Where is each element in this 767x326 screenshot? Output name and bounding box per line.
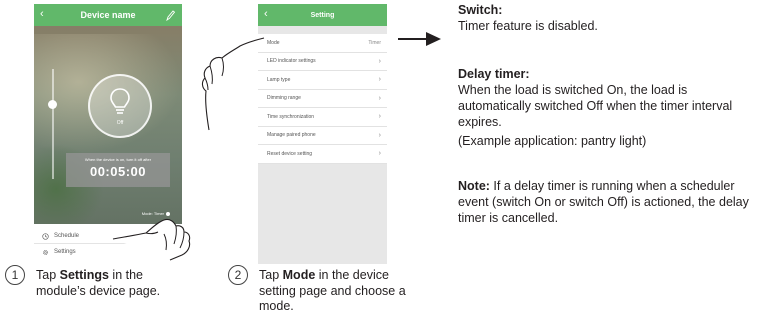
step-text-part: Tap: [259, 268, 283, 282]
gear-icon: [43, 249, 48, 255]
lightbulb-icon: [110, 88, 130, 114]
setting-row-mode[interactable]: Mode Timer: [258, 34, 387, 53]
chevron-right-icon: ›: [378, 94, 381, 102]
chevron-right-icon: ›: [378, 150, 381, 158]
step-text-part: Tap: [36, 268, 60, 282]
light-toggle-button[interactable]: Off: [88, 74, 152, 138]
back-icon[interactable]: ‹: [40, 9, 44, 20]
step-number-2: 2: [228, 265, 248, 285]
setting-label: Reset device setting: [267, 150, 313, 157]
step-2-text: Tap Mode in the device setting page and …: [259, 268, 419, 315]
delay-example: (Example application: pantry light): [458, 134, 647, 148]
bulb-state-label: Off: [116, 120, 124, 126]
arrow-right-icon: [398, 32, 441, 46]
dimmer-slider-track[interactable]: [52, 69, 54, 179]
setting-row-dimming-range[interactable]: Dimming range ›: [258, 90, 387, 108]
note-label: Note:: [458, 179, 490, 193]
step-highlight: Settings: [59, 268, 109, 282]
dimmer-slider-handle[interactable]: [48, 100, 57, 109]
setting-label: Mode: [267, 39, 280, 46]
device-name-title: Device name: [80, 10, 136, 20]
note-paragraph: Note: If a delay timer is running when a…: [458, 178, 763, 226]
pencil-icon[interactable]: [166, 8, 176, 26]
note-text: If a delay timer is running when a sched…: [458, 179, 749, 225]
timer-description: When the device is on, turn it off after: [84, 157, 152, 162]
setting-row-led-indicator[interactable]: LED indicator settings ›: [258, 53, 387, 71]
setting-label: Manage paired phone: [267, 132, 316, 139]
setting-row-reset[interactable]: Reset device setting ›: [258, 145, 387, 164]
clock-icon: [42, 232, 49, 240]
back-icon[interactable]: ‹: [264, 9, 268, 20]
pointing-hand-illustration: [112, 218, 191, 261]
setting-label: Dimming range: [267, 95, 301, 102]
chevron-right-icon: ›: [378, 76, 381, 84]
delay-timer-panel[interactable]: When the device is on, turn it off after…: [66, 153, 170, 187]
step-highlight: Mode: [282, 268, 316, 282]
step-number-1: 1: [5, 265, 25, 285]
setting-value: Timer: [368, 39, 381, 46]
switch-text: Timer feature is disabled.: [458, 19, 598, 33]
chevron-right-icon: ›: [378, 113, 381, 121]
menu-item-settings[interactable]: Settings: [42, 245, 76, 259]
menu-item-schedule[interactable]: Schedule: [42, 229, 79, 243]
setting-row-paired-phone[interactable]: Manage paired phone ›: [258, 127, 387, 145]
setting-row-lamp-type[interactable]: Lamp type ›: [258, 71, 387, 90]
chevron-right-icon: ›: [378, 57, 381, 65]
timer-value: 00:05:00: [89, 164, 147, 179]
switch-mode-description: Switch: Timer feature is disabled.: [458, 2, 763, 34]
delay-timer-description: Delay timer: When the load is switched O…: [458, 66, 763, 149]
setting-label: Lamp type: [267, 76, 291, 83]
menu-item-label: Schedule: [54, 233, 80, 239]
setting-label: LED indicator settings: [267, 58, 316, 65]
setting-page-screenshot: ‹ Setting Mode Timer LED indicator setti…: [258, 4, 387, 264]
chevron-right-icon: ›: [378, 131, 381, 139]
switch-heading: Switch:: [458, 3, 503, 17]
menu-item-label: Settings: [54, 249, 76, 255]
setting-page-header: ‹ Setting: [258, 4, 387, 26]
device-page-header: ‹ Device name: [34, 4, 182, 26]
delay-text: When the load is switched On, the load i…: [458, 83, 733, 129]
setting-label: Time synchronization: [267, 113, 315, 120]
pointing-hand-illustration: [201, 37, 265, 131]
step-1-text: Tap Settings in the module’s device page…: [36, 268, 186, 299]
settings-list: Mode Timer LED indicator settings › Lamp…: [258, 34, 387, 164]
setting-page-title: Setting: [310, 11, 335, 19]
delay-heading: Delay timer:: [458, 67, 530, 81]
setting-row-time-sync[interactable]: Time synchronization ›: [258, 108, 387, 127]
